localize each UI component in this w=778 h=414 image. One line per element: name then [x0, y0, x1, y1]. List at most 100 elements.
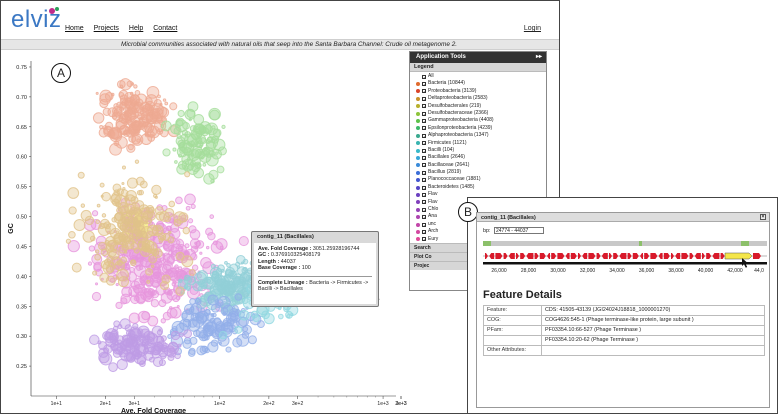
data-point[interactable] [118, 347, 129, 358]
data-point[interactable] [194, 297, 201, 304]
data-point[interactable] [220, 268, 225, 273]
bp-range-input[interactable]: 24774 - 44037 [494, 227, 544, 234]
data-point[interactable] [174, 264, 179, 270]
data-point[interactable] [140, 133, 153, 146]
legend-checkbox[interactable]: ✓ [422, 200, 426, 205]
data-point[interactable] [80, 203, 86, 208]
data-point[interactable] [178, 332, 184, 338]
data-point[interactable] [184, 193, 196, 206]
data-point[interactable] [126, 80, 134, 88]
legend-checkbox[interactable]: ✓ [422, 222, 426, 227]
data-point[interactable] [138, 116, 143, 121]
data-point[interactable] [77, 171, 85, 179]
data-point[interactable] [138, 189, 144, 196]
data-point[interactable] [144, 241, 158, 254]
data-point[interactable] [88, 245, 95, 252]
data-point[interactable] [162, 342, 169, 349]
data-point[interactable] [160, 318, 166, 324]
data-point[interactable] [169, 102, 178, 111]
data-point[interactable] [221, 124, 226, 130]
legend-item[interactable]: ✓ Gammaproteobacteria (4408) [416, 117, 546, 124]
application-tools-header[interactable]: Application Tools ▸▸ [410, 52, 546, 63]
data-point[interactable] [252, 314, 260, 323]
data-point[interactable] [214, 281, 219, 286]
legend-item[interactable]: ✓ All [416, 73, 546, 80]
data-point[interactable] [227, 283, 237, 293]
legend-item[interactable]: ✓ Bacillus (2819) [416, 169, 546, 176]
legend-checkbox[interactable]: ✓ [422, 237, 426, 242]
data-point[interactable] [119, 84, 124, 89]
data-point[interactable] [205, 245, 210, 250]
data-point[interactable] [176, 305, 180, 309]
data-point[interactable] [177, 109, 185, 118]
nav-help-link[interactable]: Help [129, 25, 143, 32]
data-point[interactable] [263, 313, 275, 325]
data-point[interactable] [205, 153, 219, 167]
data-point[interactable] [150, 264, 155, 268]
data-point[interactable] [119, 239, 126, 246]
data-point[interactable] [210, 138, 216, 144]
data-point[interactable] [173, 211, 186, 224]
data-point[interactable] [115, 276, 120, 280]
data-point[interactable] [92, 270, 98, 276]
data-point[interactable] [133, 277, 146, 290]
data-point[interactable] [126, 177, 139, 189]
data-point[interactable] [131, 104, 145, 117]
data-point[interactable] [278, 313, 284, 320]
data-point[interactable] [175, 286, 185, 296]
data-point[interactable] [238, 309, 250, 321]
legend-checkbox[interactable]: ✓ [422, 207, 426, 212]
data-point[interactable] [87, 261, 93, 266]
legend-item[interactable]: ✓ Desulfobacterales (219) [416, 103, 546, 110]
legend-item[interactable]: ✓ Alphaproteobacteria (1347) [416, 132, 546, 139]
data-point[interactable] [207, 341, 219, 353]
data-point[interactable] [166, 289, 173, 296]
data-point[interactable] [121, 243, 129, 252]
data-point[interactable] [121, 215, 125, 219]
data-point[interactable] [80, 209, 92, 221]
legend-checkbox[interactable]: ✓ [422, 96, 426, 101]
data-point[interactable] [154, 195, 158, 199]
data-point[interactable] [172, 147, 177, 152]
data-point[interactable] [150, 273, 157, 280]
data-point[interactable] [212, 329, 220, 338]
data-point[interactable] [129, 266, 135, 273]
data-point[interactable] [202, 162, 207, 167]
close-icon[interactable]: × [760, 214, 766, 220]
data-point[interactable] [94, 249, 100, 254]
data-point[interactable] [199, 345, 208, 355]
data-point[interactable] [95, 219, 101, 225]
data-point[interactable] [94, 253, 102, 261]
data-point[interactable] [187, 218, 194, 224]
data-point[interactable] [234, 325, 243, 334]
data-point[interactable] [134, 217, 139, 221]
data-point[interactable] [139, 230, 148, 239]
login-link[interactable]: Login [524, 25, 541, 32]
data-point[interactable] [207, 231, 216, 241]
data-point[interactable] [182, 226, 190, 235]
data-point[interactable] [103, 344, 113, 354]
data-point[interactable] [177, 139, 186, 148]
data-point[interactable] [188, 268, 196, 276]
data-point[interactable] [217, 295, 231, 309]
data-point[interactable] [212, 312, 217, 318]
data-point[interactable] [164, 215, 171, 223]
data-point[interactable] [107, 239, 117, 249]
data-point[interactable] [128, 206, 138, 216]
legend-item[interactable]: ✓ Bacilli (104) [416, 147, 546, 154]
data-point[interactable] [159, 352, 167, 360]
data-point[interactable] [199, 251, 203, 255]
data-point[interactable] [149, 131, 155, 137]
legend-item[interactable]: ✓ Bacteria (10844) [416, 80, 546, 87]
data-point[interactable] [178, 266, 183, 271]
data-point[interactable] [176, 134, 182, 140]
data-point[interactable] [209, 109, 220, 121]
data-point[interactable] [100, 260, 111, 270]
data-point[interactable] [146, 339, 153, 347]
data-point[interactable] [73, 218, 86, 232]
data-point[interactable] [174, 352, 181, 360]
data-point[interactable] [183, 337, 192, 345]
data-point[interactable] [150, 289, 160, 299]
data-point[interactable] [68, 206, 77, 215]
data-point[interactable] [124, 235, 132, 243]
